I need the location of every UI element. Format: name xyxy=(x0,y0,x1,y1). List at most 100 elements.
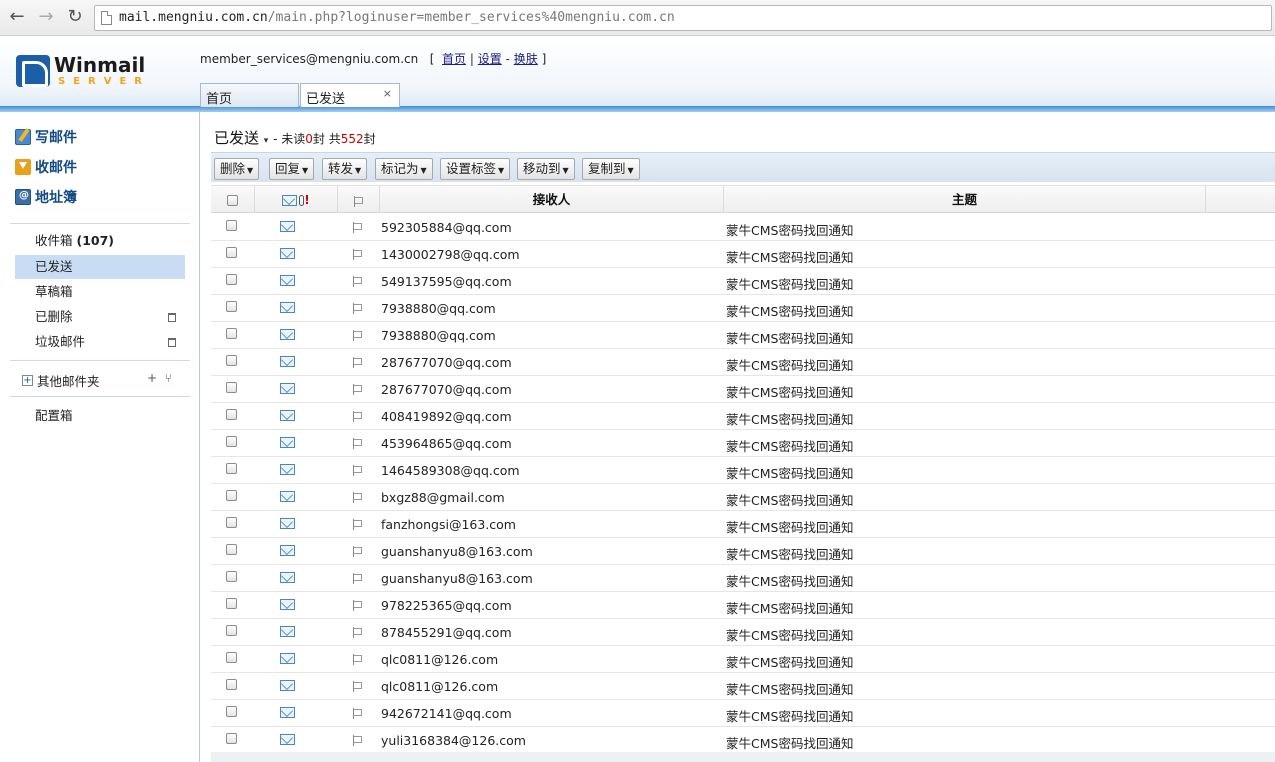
subject-cell[interactable]: 蒙牛CMS密码找回通知 xyxy=(726,436,853,455)
flag-icon[interactable] xyxy=(353,222,363,233)
row-checkbox[interactable] xyxy=(226,544,237,555)
close-icon[interactable]: × xyxy=(383,87,392,100)
flag-icon[interactable] xyxy=(353,708,363,719)
subject-cell[interactable]: 蒙牛CMS密码找回通知 xyxy=(726,706,853,725)
folder-name-dropdown[interactable]: 已发送 ▾ xyxy=(214,129,268,147)
subject-cell[interactable]: 蒙牛CMS密码找回通知 xyxy=(726,355,853,374)
row-checkbox[interactable] xyxy=(226,247,237,258)
folder-deleted[interactable]: 已删除 xyxy=(15,305,185,329)
row-checkbox[interactable] xyxy=(226,625,237,636)
table-row[interactable]: 7938880@qq.com 蒙牛CMS密码找回通知 xyxy=(211,322,1275,349)
row-checkbox[interactable] xyxy=(226,436,237,447)
recipient-cell[interactable]: 878455291@qq.com xyxy=(381,625,512,640)
table-row[interactable]: 453964865@qq.com 蒙牛CMS密码找回通知 xyxy=(211,430,1275,457)
flag-icon[interactable] xyxy=(353,492,363,503)
row-checkbox[interactable] xyxy=(226,706,237,717)
subject-cell[interactable]: 蒙牛CMS密码找回通知 xyxy=(726,409,853,428)
row-checkbox[interactable] xyxy=(226,409,237,420)
table-row[interactable]: qlc0811@126.com 蒙牛CMS密码找回通知 xyxy=(211,646,1275,673)
skin-link[interactable]: 换肤 xyxy=(514,52,538,66)
row-checkbox[interactable] xyxy=(226,571,237,582)
flag-icon[interactable] xyxy=(353,357,363,368)
flag-icon[interactable] xyxy=(353,384,363,395)
move-to-button[interactable]: 移动到 ▼ xyxy=(517,158,575,180)
row-checkbox[interactable] xyxy=(226,328,237,339)
table-row[interactable]: guanshanyu8@163.com 蒙牛CMS密码找回通知 xyxy=(211,565,1275,592)
row-checkbox[interactable] xyxy=(226,490,237,501)
recipient-cell[interactable]: 453964865@qq.com xyxy=(381,436,512,451)
expand-icon[interactable]: + xyxy=(22,374,33,386)
table-row[interactable]: fanzhongsi@163.com 蒙牛CMS密码找回通知 xyxy=(211,511,1275,538)
recipient-cell[interactable]: guanshanyu8@163.com xyxy=(381,544,533,559)
subject-cell[interactable]: 蒙牛CMS密码找回通知 xyxy=(726,490,853,509)
empty-spam-icon[interactable] xyxy=(168,338,176,347)
subject-cell[interactable]: 蒙牛CMS密码找回通知 xyxy=(726,463,853,482)
flag-icon[interactable] xyxy=(353,627,363,638)
forward-arrow-icon[interactable]: → xyxy=(35,6,57,28)
recipient-cell[interactable]: 978225365@qq.com xyxy=(381,598,512,613)
home-link[interactable]: 首页 xyxy=(442,52,466,66)
recipient-cell[interactable]: guanshanyu8@163.com xyxy=(381,571,533,586)
subject-column-header[interactable]: 主题 xyxy=(724,186,1206,213)
subject-cell[interactable]: 蒙牛CMS密码找回通知 xyxy=(726,598,853,617)
receive-button[interactable]: 收邮件 xyxy=(15,156,77,178)
winmail-logo[interactable]: Winmail SERVER xyxy=(16,53,151,91)
tab-home[interactable]: 首页 xyxy=(200,83,299,107)
row-checkbox[interactable] xyxy=(226,301,237,312)
recipient-cell[interactable]: 549137595@qq.com xyxy=(381,274,512,289)
recipient-cell[interactable]: 592305884@qq.com xyxy=(381,220,512,235)
flag-icon[interactable] xyxy=(353,276,363,287)
reply-button[interactable]: 回复 ▼ xyxy=(269,158,315,180)
folder-sent[interactable]: 已发送 xyxy=(15,255,185,279)
table-row[interactable]: 287677070@qq.com 蒙牛CMS密码找回通知 xyxy=(211,349,1275,376)
recipient-cell[interactable]: 287677070@qq.com xyxy=(381,382,512,397)
subject-cell[interactable]: 蒙牛CMS密码找回通知 xyxy=(726,328,853,347)
address-book-button[interactable]: 地址簿 xyxy=(15,186,77,208)
row-checkbox[interactable] xyxy=(226,382,237,393)
recipient-cell[interactable]: 1430002798@qq.com xyxy=(381,247,520,262)
recipient-cell[interactable]: 287677070@qq.com xyxy=(381,355,512,370)
table-row[interactable]: 1464589308@qq.com 蒙牛CMS密码找回通知 xyxy=(211,457,1275,484)
row-checkbox[interactable] xyxy=(226,274,237,285)
empty-trash-icon[interactable] xyxy=(168,313,176,322)
table-row[interactable]: guanshanyu8@163.com 蒙牛CMS密码找回通知 xyxy=(211,538,1275,565)
table-row[interactable]: 1430002798@qq.com 蒙牛CMS密码找回通知 xyxy=(211,241,1275,268)
settings-link[interactable]: 设置 xyxy=(478,52,502,66)
flag-icon[interactable] xyxy=(353,249,363,260)
row-checkbox[interactable] xyxy=(226,517,237,528)
mark-as-button[interactable]: 标记为 ▼ xyxy=(375,158,433,180)
subject-cell[interactable]: 蒙牛CMS密码找回通知 xyxy=(726,652,853,671)
table-row[interactable]: 287677070@qq.com 蒙牛CMS密码找回通知 xyxy=(211,376,1275,403)
add-folder-icon[interactable]: + xyxy=(147,371,157,385)
row-checkbox[interactable] xyxy=(226,679,237,690)
table-row[interactable]: 592305884@qq.com 蒙牛CMS密码找回通知 xyxy=(211,214,1275,241)
subject-cell[interactable]: 蒙牛CMS密码找回通知 xyxy=(726,517,853,536)
row-checkbox[interactable] xyxy=(226,733,237,744)
flag-icon[interactable] xyxy=(353,573,363,584)
flag-icon[interactable] xyxy=(353,519,363,530)
flag-icon[interactable] xyxy=(353,438,363,449)
delete-button[interactable]: 删除 ▼ xyxy=(214,158,260,180)
table-row[interactable]: 878455291@qq.com 蒙牛CMS密码找回通知 xyxy=(211,619,1275,646)
recipient-cell[interactable]: bxgz88@gmail.com xyxy=(381,490,505,505)
address-bar[interactable]: mail.mengniu.com.cn/main.php?loginuser=m… xyxy=(94,5,1272,31)
subject-cell[interactable]: 蒙牛CMS密码找回通知 xyxy=(726,274,853,293)
flag-column[interactable] xyxy=(338,186,380,213)
row-checkbox[interactable] xyxy=(226,463,237,474)
recipient-cell[interactable]: 408419892@qq.com xyxy=(381,409,512,424)
row-checkbox[interactable] xyxy=(226,652,237,663)
table-row[interactable]: 549137595@qq.com 蒙牛CMS密码找回通知 xyxy=(211,268,1275,295)
table-row[interactable]: 942672141@qq.com 蒙牛CMS密码找回通知 xyxy=(211,700,1275,727)
extra-column-header[interactable] xyxy=(1206,186,1275,213)
recipient-cell[interactable]: 7938880@qq.com xyxy=(381,301,496,316)
table-row[interactable]: 408419892@qq.com 蒙牛CMS密码找回通知 xyxy=(211,403,1275,430)
flag-icon[interactable] xyxy=(353,600,363,611)
select-all-checkbox[interactable] xyxy=(227,195,238,206)
subject-cell[interactable]: 蒙牛CMS密码找回通知 xyxy=(726,571,853,590)
recipient-cell[interactable]: fanzhongsi@163.com xyxy=(381,517,516,532)
folder-config[interactable]: 配置箱 xyxy=(15,404,185,428)
flag-icon[interactable] xyxy=(353,735,363,746)
recipient-cell[interactable]: yuli3168384@126.com xyxy=(381,733,526,748)
row-checkbox[interactable] xyxy=(226,220,237,231)
subject-cell[interactable]: 蒙牛CMS密码找回通知 xyxy=(726,220,853,239)
